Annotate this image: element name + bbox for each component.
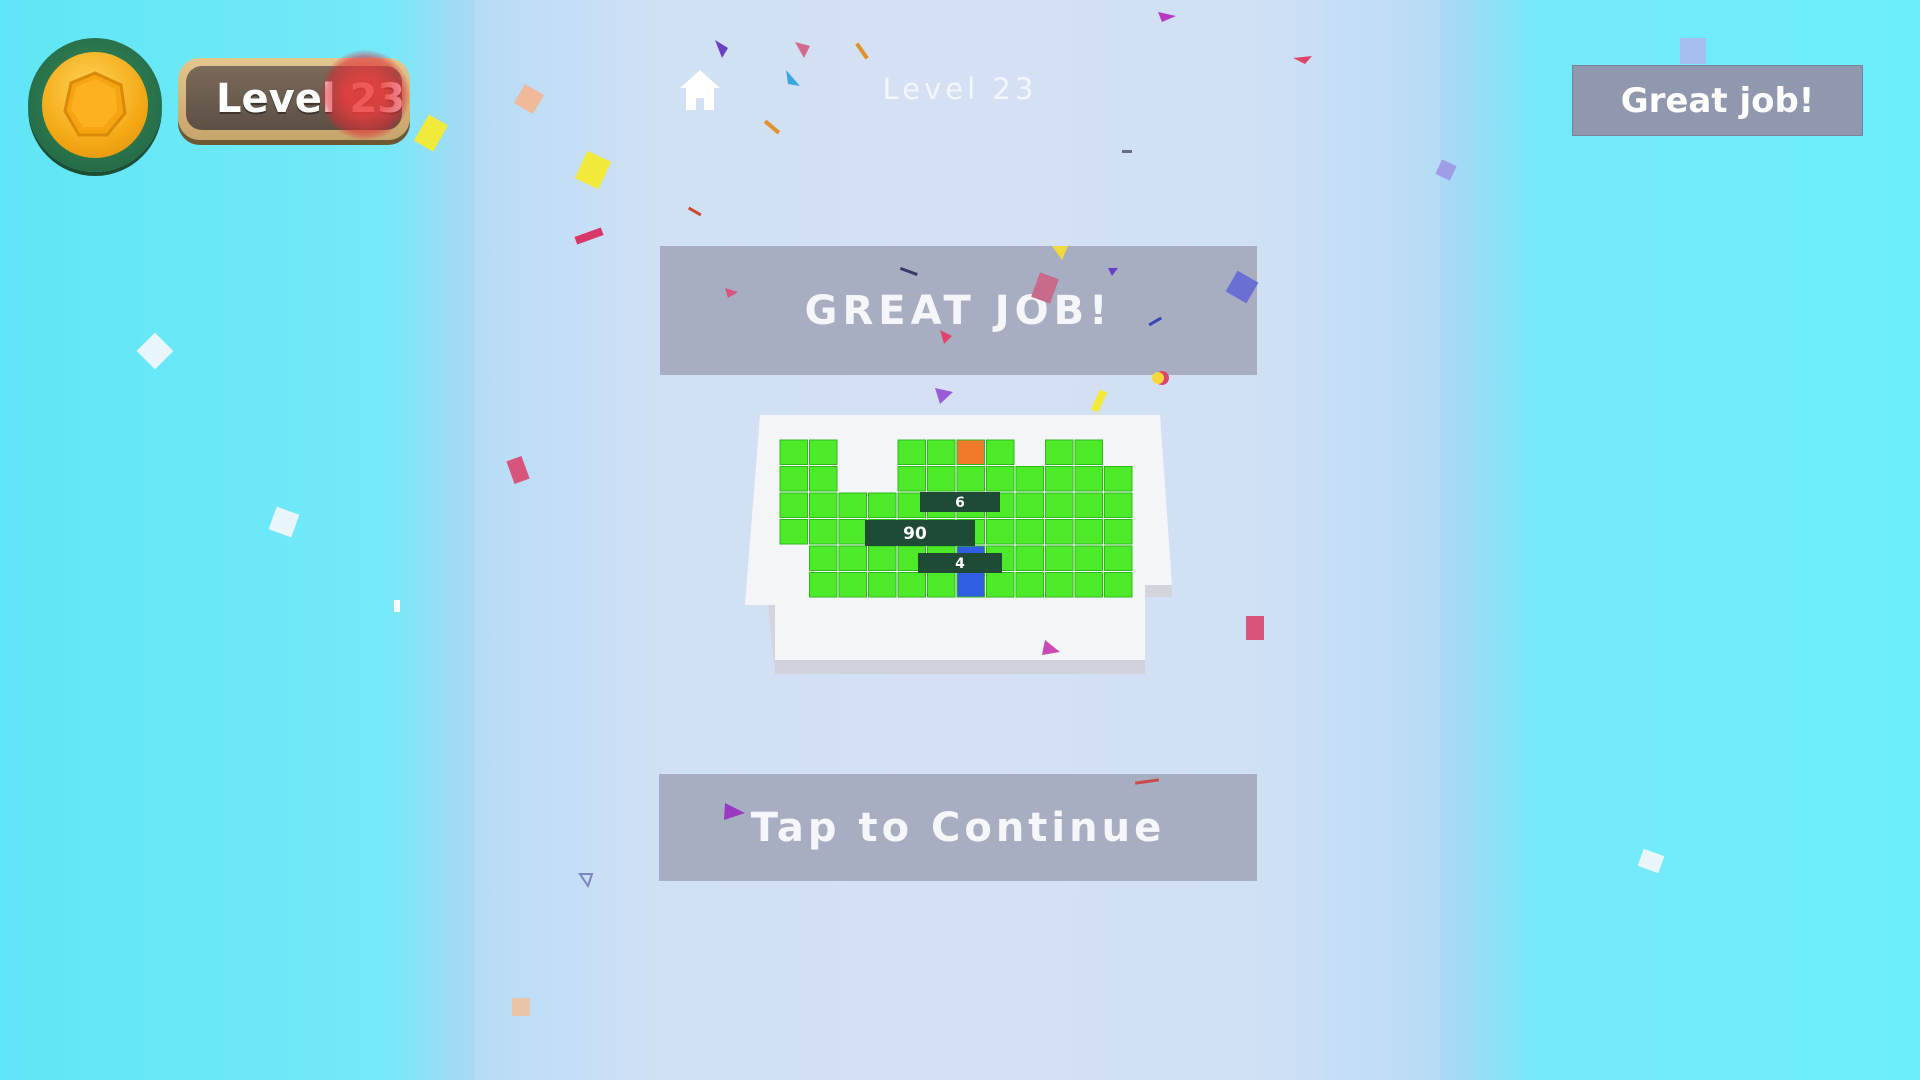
board-tile <box>1074 572 1103 598</box>
board-tile <box>868 572 897 598</box>
board-tile <box>1015 545 1044 571</box>
board-tile <box>838 519 867 545</box>
coin-button[interactable] <box>28 38 162 172</box>
board-tile <box>986 519 1015 545</box>
board-tile <box>1074 545 1103 571</box>
board-tile <box>809 519 838 545</box>
board-tile <box>1015 572 1044 598</box>
game-board: 6 90 4 <box>745 415 1172 674</box>
board-tile <box>779 439 808 465</box>
board-tile <box>1074 439 1103 465</box>
board-tile <box>956 466 985 492</box>
coin-icon <box>42 52 148 158</box>
board-label-bottom-text: 4 <box>955 556 965 572</box>
board-tile <box>1015 466 1044 492</box>
board-tile <box>927 466 956 492</box>
board-tile <box>1045 572 1074 598</box>
board-tile <box>1104 492 1133 518</box>
board-label-bottom: 4 <box>918 553 1002 573</box>
board-tile <box>809 439 838 465</box>
board-tile <box>809 572 838 598</box>
board-tile <box>927 572 956 598</box>
board-tile <box>927 439 956 465</box>
board-tile <box>956 572 985 598</box>
board-tile <box>1074 492 1103 518</box>
board-tile <box>1074 519 1103 545</box>
board-tile <box>986 466 1015 492</box>
board-tile <box>779 519 808 545</box>
board-tile <box>1074 466 1103 492</box>
board-tile <box>1045 519 1074 545</box>
board-tile <box>956 439 985 465</box>
board-tile <box>1045 466 1074 492</box>
board-tile <box>1104 519 1133 545</box>
board-tile <box>868 545 897 571</box>
board-tile <box>1015 492 1044 518</box>
board-tile <box>809 466 838 492</box>
board-tile <box>986 572 1015 598</box>
level-highlight <box>320 50 410 140</box>
board-tile <box>838 545 867 571</box>
level-title: Level 23 <box>882 72 1038 106</box>
board-tile <box>1045 545 1074 571</box>
board-tile <box>1104 572 1133 598</box>
board-label-middle: 90 <box>865 520 975 546</box>
board-tile <box>809 545 838 571</box>
board-label-middle-text: 90 <box>903 524 927 544</box>
board-tile <box>1045 439 1074 465</box>
great-job-button[interactable]: Great job! <box>1572 65 1863 136</box>
board-tile <box>1104 545 1133 571</box>
board-label-top: 6 <box>920 492 1000 512</box>
tap-to-continue-button[interactable]: Tap to Continue <box>659 774 1257 881</box>
board-label-top-text: 6 <box>955 495 965 511</box>
board-tile <box>1045 492 1074 518</box>
board-tile <box>868 492 897 518</box>
board-tile <box>779 492 808 518</box>
board-tile <box>897 439 926 465</box>
board-tile <box>897 572 926 598</box>
board-tile <box>1104 466 1133 492</box>
board-tile <box>1015 519 1044 545</box>
board-tile <box>897 466 926 492</box>
board-tile <box>779 466 808 492</box>
home-icon[interactable] <box>678 68 722 112</box>
result-banner: GREAT JOB! <box>660 246 1257 375</box>
board-tile <box>986 439 1015 465</box>
board-tile <box>838 492 867 518</box>
board-tile <box>809 492 838 518</box>
board-tile <box>838 572 867 598</box>
